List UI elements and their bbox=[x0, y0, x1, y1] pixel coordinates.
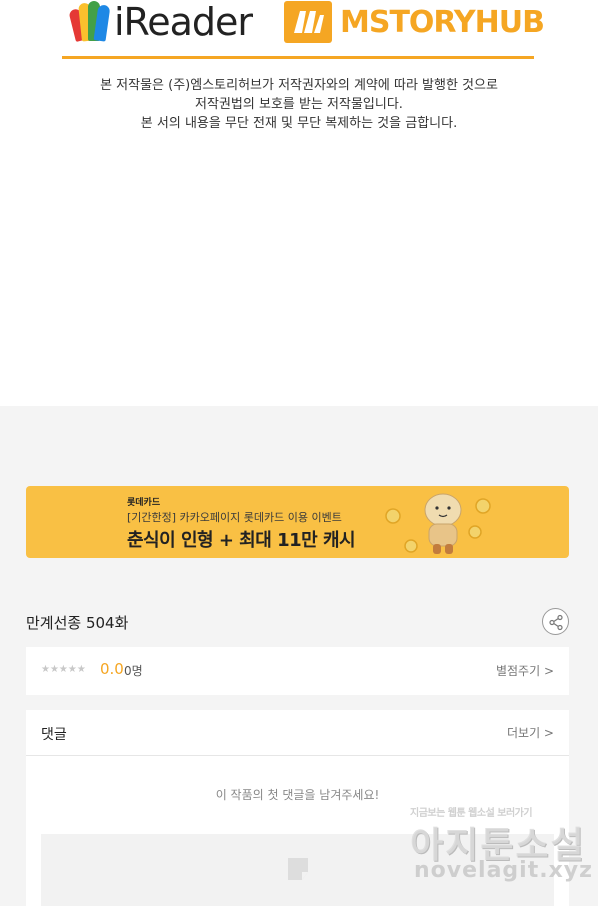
watermark-url: novelagit.xyz bbox=[414, 858, 593, 883]
share-button[interactable] bbox=[542, 608, 569, 635]
copyright-line: 본 저작물은 (주)엠스토리허브가 저작권자와의 계약에 따라 발행한 것으로 bbox=[100, 78, 498, 93]
ireader-logo-text: iReader bbox=[114, 0, 253, 44]
copyright-page: iReader MSTORYHUB 본 저작물은 (주)엠스토리허브가 저작권자… bbox=[0, 0, 598, 406]
rating-score: 0.0 bbox=[100, 660, 124, 678]
divider-line bbox=[62, 56, 534, 59]
copyright-line: 본 서의 내용을 무단 전재 및 무단 복제하는 것을 금합니다. bbox=[140, 116, 458, 131]
ireader-logo: iReader bbox=[68, 0, 253, 44]
ireader-book-icon bbox=[68, 1, 111, 43]
rating-card: ★★★★★ 0.0 0명 별점주기 > bbox=[26, 647, 569, 695]
mstoryhub-badge-icon bbox=[284, 1, 332, 43]
more-comments-link[interactable]: 더보기 > bbox=[507, 724, 554, 741]
mstoryhub-logo: MSTORYHUB bbox=[284, 0, 545, 44]
mstoryhub-logo-text: MSTORYHUB bbox=[340, 4, 545, 40]
episode-title-row: 만계선종 504화 bbox=[26, 606, 569, 636]
comment-title: 댓글 bbox=[41, 727, 67, 743]
note-icon bbox=[288, 858, 308, 880]
ad-banner[interactable]: 롯데카드 [기간한정] 카카오페이지 롯데카드 이용 이벤트 춘식이 인형 + … bbox=[26, 486, 569, 558]
banner-headline: 춘식이 인형 + 최대 11만 캐시 bbox=[127, 530, 356, 551]
copyright-line: 저작권법의 보호를 받는 저작물입니다. bbox=[195, 97, 403, 112]
copyright-notice: 본 저작물은 (주)엠스토리허브가 저작권자와의 계약에 따라 발행한 것으로 … bbox=[0, 76, 598, 133]
character-illustration bbox=[371, 486, 501, 558]
share-icon bbox=[549, 614, 563, 631]
publisher-logos: iReader MSTORYHUB bbox=[62, 0, 545, 58]
rating-count: 0명 bbox=[124, 664, 143, 678]
rate-button[interactable]: 별점주기 > bbox=[496, 662, 554, 679]
site-watermark: 지금보는 웹툰 웹소설 보러가기 아지툰소설 novelagit.xyz bbox=[408, 800, 592, 900]
rating-stars: ★★★★★ bbox=[41, 664, 86, 675]
banner-brand: 롯데카드 bbox=[127, 498, 161, 508]
banner-subtitle: [기간한정] 카카오페이지 롯데카드 이용 이벤트 bbox=[127, 511, 342, 524]
comment-header: 댓글 더보기 > bbox=[26, 710, 569, 756]
episode-title: 만계선종 504화 bbox=[26, 614, 129, 632]
